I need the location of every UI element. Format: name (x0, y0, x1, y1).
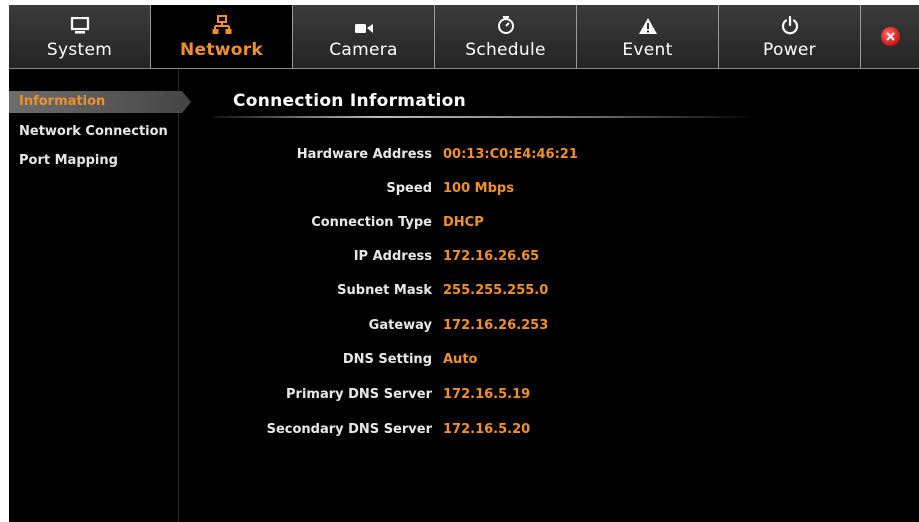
network-icon (212, 13, 232, 35)
top-menu-bar: System Network Camera Schedule Event Pow… (9, 5, 919, 69)
tab-label: Network (179, 40, 264, 60)
info-value: 172.16.26.253 (443, 318, 549, 333)
info-label: Speed (386, 181, 432, 196)
info-value: 255.255.255.0 (443, 283, 549, 298)
title-divider (213, 116, 758, 118)
tab-camera[interactable]: Camera (293, 5, 435, 68)
tab-system[interactable]: System (9, 5, 151, 68)
camera-icon (354, 13, 374, 35)
info-row-secondary-dns: Secondary DNS Server 172.16.5.20 (178, 420, 878, 440)
tab-schedule[interactable]: Schedule (435, 5, 577, 68)
section-title: Connection Information (233, 91, 467, 111)
monitor-icon (70, 13, 90, 35)
info-row-gateway: Gateway 172.16.26.253 (178, 316, 878, 336)
info-label: Subnet Mask (337, 283, 432, 298)
info-label: Connection Type (311, 215, 432, 230)
info-label: Hardware Address (296, 147, 432, 162)
info-value: Auto (443, 352, 478, 367)
info-label: Secondary DNS Server (266, 422, 432, 437)
warning-icon (638, 13, 658, 35)
info-label: Primary DNS Server (286, 387, 432, 402)
sidebar-item-network-connection[interactable]: Network Connection (9, 120, 178, 144)
tab-label: Schedule (465, 40, 546, 60)
sidebar-item-port-mapping[interactable]: Port Mapping (9, 149, 178, 173)
info-label: DNS Setting (342, 352, 432, 367)
info-row-hardware-address: Hardware Address 00:13:C0:E4:46:21 (178, 145, 878, 165)
info-value: 100 Mbps (443, 181, 514, 196)
info-row-connection-type: Connection Type DHCP (178, 213, 878, 233)
tab-label: Event (622, 40, 673, 60)
sidebar-item-label: Port Mapping (19, 153, 118, 168)
close-button[interactable] (861, 5, 919, 68)
info-row-ip-address: IP Address 172.16.26.65 (178, 247, 878, 267)
info-value: 172.16.26.65 (443, 249, 540, 264)
info-row-primary-dns: Primary DNS Server 172.16.5.19 (178, 385, 878, 405)
sidebar-item-label: Information (19, 94, 106, 109)
close-icon (880, 27, 900, 46)
sidebar: Information Network Connection Port Mapp… (9, 69, 179, 522)
tab-label: System (46, 40, 113, 60)
tab-event[interactable]: Event (577, 5, 719, 68)
main-panel: Information Network Connection Port Mapp… (9, 69, 919, 522)
sidebar-item-information[interactable]: Information (9, 91, 191, 113)
tab-power[interactable]: Power (719, 5, 861, 68)
tab-label: Power (763, 40, 816, 60)
info-row-dns-setting: DNS Setting Auto (178, 350, 878, 370)
info-label: Gateway (368, 318, 432, 333)
info-value: 00:13:C0:E4:46:21 (443, 147, 578, 162)
sidebar-item-label: Network Connection (19, 124, 168, 139)
info-value: 172.16.5.20 (443, 422, 531, 437)
clock-icon (496, 13, 516, 35)
info-label: IP Address (353, 249, 432, 264)
tab-network[interactable]: Network (151, 5, 293, 68)
info-row-subnet-mask: Subnet Mask 255.255.255.0 (178, 281, 878, 301)
info-value: DHCP (443, 215, 484, 230)
info-value: 172.16.5.19 (443, 387, 531, 402)
info-row-speed: Speed 100 Mbps (178, 179, 878, 199)
power-icon (780, 13, 800, 35)
tab-label: Camera (329, 40, 398, 60)
